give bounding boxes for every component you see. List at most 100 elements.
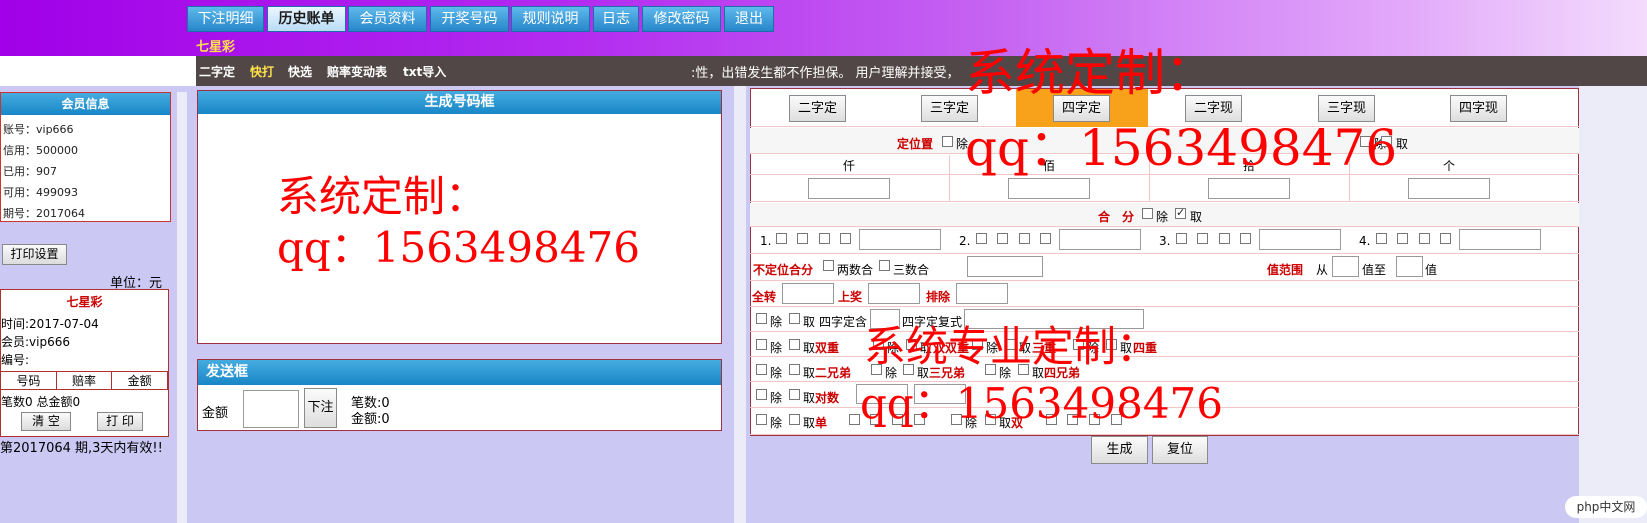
double-take-checkbox[interactable] <box>789 339 800 350</box>
combo-checkbox[interactable] <box>1440 233 1451 244</box>
dd-except-checkbox[interactable] <box>873 339 884 350</box>
odd-except-checkbox[interactable] <box>756 414 767 425</box>
exclude-input[interactable] <box>956 283 1008 304</box>
pair-except-checkbox[interactable] <box>756 389 767 400</box>
clear-button[interactable]: 清 空 <box>21 412 71 431</box>
range-max-input[interactable] <box>1396 256 1423 277</box>
mode-three-fixed-button[interactable]: 三字定 <box>921 95 978 122</box>
print-settings-button[interactable]: 打印设置 <box>2 244 67 265</box>
subnav-txt-import[interactable]: txt导入 <box>403 63 446 80</box>
even-digit-checkbox[interactable] <box>1089 414 1100 425</box>
quad-except-checkbox[interactable] <box>1073 339 1084 350</box>
two-sum-checkbox[interactable] <box>823 260 834 271</box>
full-input[interactable] <box>782 283 834 304</box>
pair-input-2[interactable] <box>914 384 966 404</box>
combo-checkbox[interactable] <box>1240 233 1251 244</box>
combo-checkbox[interactable] <box>1040 233 1051 244</box>
combo-checkbox[interactable] <box>1176 233 1187 244</box>
partial-except-checkbox[interactable] <box>1360 136 1371 147</box>
combine-take-checkbox[interactable] <box>1175 206 1186 219</box>
dd-take-checkbox[interactable] <box>906 339 917 350</box>
print-button[interactable]: 打 印 <box>97 412 143 431</box>
bro4-except-checkbox[interactable] <box>985 364 996 375</box>
contains-take-checkbox[interactable] <box>789 313 800 324</box>
amount-input[interactable] <box>243 390 299 428</box>
tab-history[interactable]: 历史账单 <box>267 6 346 32</box>
quad-take-checkbox[interactable] <box>1106 339 1117 350</box>
even-except-checkbox[interactable] <box>951 414 962 425</box>
bro4-take-checkbox[interactable] <box>1018 364 1029 375</box>
combo-checkbox[interactable] <box>797 233 808 244</box>
mode-four-show-button[interactable]: 四字现 <box>1450 95 1507 122</box>
pair-take-checkbox[interactable] <box>789 389 800 400</box>
mode-two-show-button[interactable]: 二字现 <box>1185 95 1242 122</box>
scrollbar-right[interactable] <box>1579 86 1647 523</box>
odd-digit-checkbox[interactable] <box>914 414 925 425</box>
tab-log[interactable]: 日志 <box>593 6 639 32</box>
generate-button[interactable]: 生成 <box>1091 436 1148 464</box>
odd-digit-checkbox[interactable] <box>849 414 860 425</box>
triple-take-checkbox[interactable] <box>1005 339 1016 350</box>
position-except-checkbox[interactable] <box>942 136 953 147</box>
contains-except-checkbox[interactable] <box>756 313 767 324</box>
triple-except-checkbox[interactable] <box>972 339 983 350</box>
hundreds-input[interactable] <box>1008 178 1090 199</box>
tab-bet-detail[interactable]: 下注明细 <box>187 6 264 32</box>
combo-checkbox[interactable] <box>1197 233 1208 244</box>
submit-bet-button[interactable]: 下注 <box>304 388 337 428</box>
even-digit-checkbox[interactable] <box>1067 414 1078 425</box>
thousands-input[interactable] <box>808 178 890 199</box>
combo-checkbox[interactable] <box>997 233 1008 244</box>
contains-input[interactable] <box>870 309 900 329</box>
bro3-except-checkbox[interactable] <box>871 364 882 375</box>
subnav-odds-table[interactable]: 赔率变动表 <box>327 63 387 80</box>
odd-digit-checkbox[interactable] <box>892 414 903 425</box>
tab-rules[interactable]: 规则说明 <box>511 6 590 32</box>
range-min-input[interactable] <box>1332 256 1359 277</box>
tab-logout[interactable]: 退出 <box>724 6 774 32</box>
combo-checkbox[interactable] <box>976 233 987 244</box>
mode-two-fixed-button[interactable]: 二字定 <box>789 95 846 122</box>
units-input[interactable] <box>1408 178 1490 199</box>
even-take-checkbox[interactable] <box>985 414 996 425</box>
combo-input-2[interactable] <box>1059 229 1141 250</box>
mode-four-fixed-button[interactable]: 四字定 <box>1053 95 1110 122</box>
reset-button[interactable]: 复位 <box>1152 436 1208 464</box>
pair-input-1[interactable] <box>856 384 908 404</box>
combo-checkbox[interactable] <box>819 233 830 244</box>
combo-checkbox[interactable] <box>776 233 787 244</box>
partial-take-checkbox[interactable] <box>1381 136 1392 147</box>
combo-checkbox[interactable] <box>1419 233 1430 244</box>
tens-input[interactable] <box>1208 178 1290 199</box>
combo-checkbox[interactable] <box>1376 233 1387 244</box>
scrollbar-left[interactable] <box>177 92 187 523</box>
unfixed-input[interactable] <box>967 256 1043 277</box>
upper-input[interactable] <box>868 283 920 304</box>
scrollbar-middle[interactable] <box>734 86 746 523</box>
combo-input-1[interactable] <box>859 229 941 250</box>
compound-input[interactable] <box>964 309 1144 329</box>
odd-take-checkbox[interactable] <box>789 414 800 425</box>
combine-except-checkbox[interactable] <box>1142 208 1153 219</box>
subnav-quick-pick[interactable]: 快选 <box>288 63 312 80</box>
combo-input-4[interactable] <box>1459 229 1541 250</box>
combo-checkbox[interactable] <box>1019 233 1030 244</box>
double-except-checkbox[interactable] <box>756 339 767 350</box>
subnav-quick-play[interactable]: 快打 <box>250 63 274 80</box>
odd-digit-checkbox[interactable] <box>870 414 881 425</box>
tab-change-password[interactable]: 修改密码 <box>642 6 721 32</box>
bro2-take-checkbox[interactable] <box>789 364 800 375</box>
tab-draw-numbers[interactable]: 开奖号码 <box>430 6 509 32</box>
combo-input-3[interactable] <box>1259 229 1341 250</box>
combo-checkbox[interactable] <box>1219 233 1230 244</box>
bro3-take-checkbox[interactable] <box>903 364 914 375</box>
mode-three-show-button[interactable]: 三字现 <box>1318 95 1375 122</box>
tab-member-info[interactable]: 会员资料 <box>348 6 427 32</box>
even-digit-checkbox[interactable] <box>1046 414 1057 425</box>
even-digit-checkbox[interactable] <box>1111 414 1122 425</box>
combo-checkbox[interactable] <box>840 233 851 244</box>
bro2-except-checkbox[interactable] <box>756 364 767 375</box>
combo-checkbox[interactable] <box>1397 233 1408 244</box>
three-sum-checkbox[interactable] <box>879 260 890 271</box>
subnav-two-digit[interactable]: 二字定 <box>199 63 235 80</box>
